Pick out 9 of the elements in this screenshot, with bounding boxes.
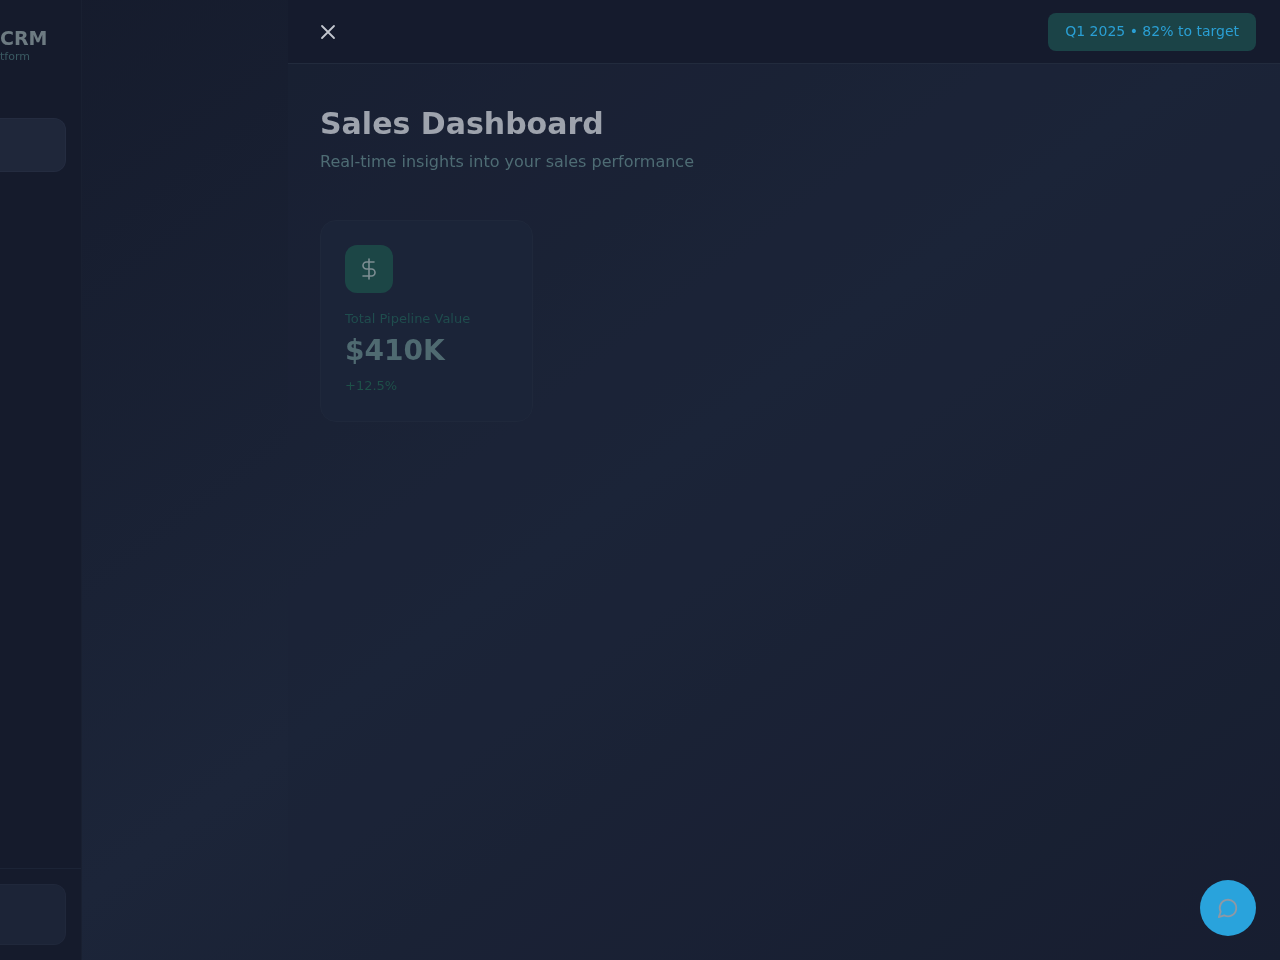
- speech-bubble-icon: [1217, 897, 1239, 919]
- brand-name: CRM: [0, 27, 48, 49]
- brand-tagline: tform: [0, 50, 30, 64]
- quarter-target-badge: Q1 2025 • 82% to target: [1048, 12, 1256, 51]
- dollar-icon: [345, 245, 393, 293]
- close-icon: [320, 23, 336, 40]
- page-subtitle: Real-time insights into your sales performance: [320, 151, 694, 173]
- stat-value: $410K: [345, 334, 445, 368]
- page-title: Sales Dashboard: [320, 106, 604, 142]
